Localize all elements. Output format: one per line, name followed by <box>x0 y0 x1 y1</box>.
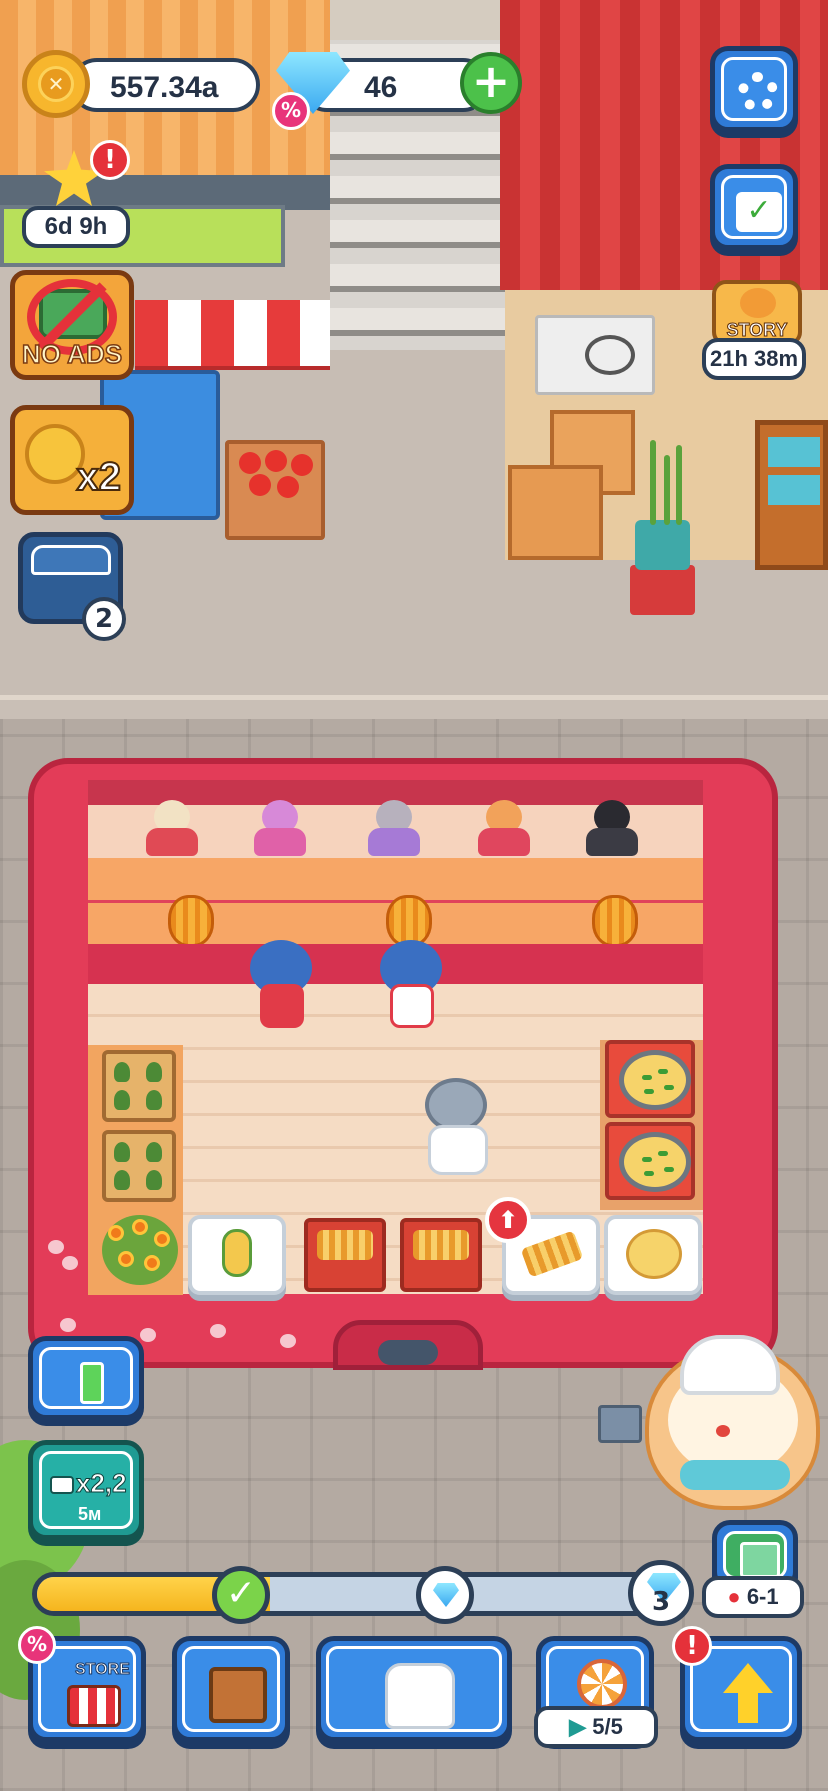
paw-print <box>48 1240 64 1254</box>
chest-icon <box>31 545 111 575</box>
video-boost-multiplier: x2,2 <box>76 1468 128 1499</box>
lantern <box>168 895 214 947</box>
paw-print <box>210 1324 226 1338</box>
plant-pot <box>635 520 690 570</box>
coin-counter[interactable]: 557.34a <box>70 58 260 112</box>
dish-pancake[interactable] <box>604 1215 702 1295</box>
paw-print <box>62 1256 78 1270</box>
upgrade-badge[interactable]: ⬆ <box>485 1197 531 1243</box>
chef-body <box>428 1125 488 1175</box>
gem-milestone[interactable] <box>416 1566 474 1624</box>
paw-print <box>280 1334 296 1348</box>
add-gems-button[interactable]: + <box>460 52 522 114</box>
stairs-top <box>330 0 505 40</box>
battery-icon <box>80 1362 104 1404</box>
calendar-check-icon: ✓ <box>736 192 782 232</box>
spatula <box>598 1405 642 1443</box>
video-boost-button[interactable]: x2,2 5м <box>28 1440 144 1540</box>
truck-hitch-hub <box>378 1340 438 1365</box>
gem-icon <box>433 1583 459 1607</box>
flower-pot <box>102 1215 178 1285</box>
customer[interactable] <box>248 800 312 856</box>
lantern <box>592 895 638 947</box>
gear-icon <box>738 72 778 112</box>
cat-fish-icon <box>740 288 776 318</box>
customer[interactable] <box>362 800 426 856</box>
story-button[interactable]: STORY <box>712 280 802 346</box>
chef-hat <box>680 1335 780 1395</box>
energy-button[interactable] <box>28 1336 144 1420</box>
paw-print <box>140 1328 156 1342</box>
settings-button[interactable] <box>710 46 798 132</box>
double-income-button[interactable]: x2 <box>10 405 134 515</box>
grill-station[interactable] <box>304 1218 386 1292</box>
grill-station[interactable] <box>400 1218 482 1292</box>
tomato-crate <box>225 440 325 540</box>
map-level-text: 6-1 <box>746 1584 779 1609</box>
level-milestone[interactable]: 3 <box>628 1560 694 1626</box>
wheel-count-text: 5/5 <box>592 1714 623 1739</box>
map-level: ● 6-1 <box>702 1576 804 1618</box>
store-label: STORE <box>75 1661 131 1679</box>
bamboo <box>650 440 656 525</box>
wooden-crate <box>508 465 603 560</box>
no-ads-button[interactable]: NO ADS <box>10 270 134 380</box>
video-boost-time: 5м <box>78 1504 102 1524</box>
ingredient-box[interactable] <box>102 1050 176 1122</box>
paw-print <box>60 1318 76 1332</box>
gem-discount-badge[interactable]: % <box>272 92 310 130</box>
milestone-number: 3 <box>651 1587 671 1617</box>
ingredient-box[interactable] <box>102 1130 176 1202</box>
store-icon <box>67 1685 121 1727</box>
stairs <box>330 0 505 350</box>
event-timer: 6d 9h <box>22 206 130 248</box>
up-arrow-icon <box>723 1663 773 1723</box>
gem-amount: 46 <box>364 71 398 104</box>
wheel-spins-count: ▶ 5/5 <box>534 1706 658 1748</box>
story-timer: 21h 38m <box>702 338 806 380</box>
customer[interactable] <box>472 800 536 856</box>
store-discount-badge: % <box>18 1626 56 1664</box>
cat-scarf <box>680 1460 790 1490</box>
chest-count-badge: 2 <box>82 597 126 641</box>
wardrobe-button[interactable] <box>172 1636 290 1742</box>
map-icon <box>740 1542 780 1578</box>
outfit-button[interactable] <box>316 1636 512 1742</box>
no-ads-label: NO ADS <box>21 338 123 370</box>
video-icon: ▶ <box>569 1714 587 1739</box>
wheel-icon <box>577 1659 627 1709</box>
pan-station[interactable] <box>605 1040 695 1118</box>
video-icon <box>50 1476 74 1494</box>
coin-icon: ✕ <box>22 50 90 118</box>
upgrade-alert: ! <box>672 1626 712 1666</box>
chef-jacket-icon <box>385 1663 455 1729</box>
milestone-complete-icon: ✓ <box>212 1566 270 1624</box>
fork-spoon-icon: ✕ <box>38 66 74 102</box>
calendar-button[interactable]: ✓ <box>710 164 798 250</box>
coin-amount: 557.34a <box>110 71 219 104</box>
chef[interactable] <box>425 1078 487 1132</box>
bamboo <box>664 455 670 525</box>
fan-grille <box>585 335 635 375</box>
customer[interactable] <box>140 800 204 856</box>
window <box>755 420 828 570</box>
cat-nose <box>716 1425 730 1437</box>
sidewalk <box>0 695 828 700</box>
location-pin-icon: ● <box>727 1584 741 1609</box>
level-progress-bar <box>32 1572 672 1616</box>
bamboo <box>676 445 682 525</box>
event-alert: ! <box>90 140 130 180</box>
double-income-label: x2 <box>76 454 122 500</box>
pan-station[interactable] <box>605 1122 695 1200</box>
dish-drink[interactable] <box>188 1215 286 1295</box>
customer[interactable] <box>580 800 644 856</box>
striped-awning <box>135 300 330 370</box>
plant-stand <box>630 565 695 615</box>
shelf-icon <box>209 1667 267 1723</box>
